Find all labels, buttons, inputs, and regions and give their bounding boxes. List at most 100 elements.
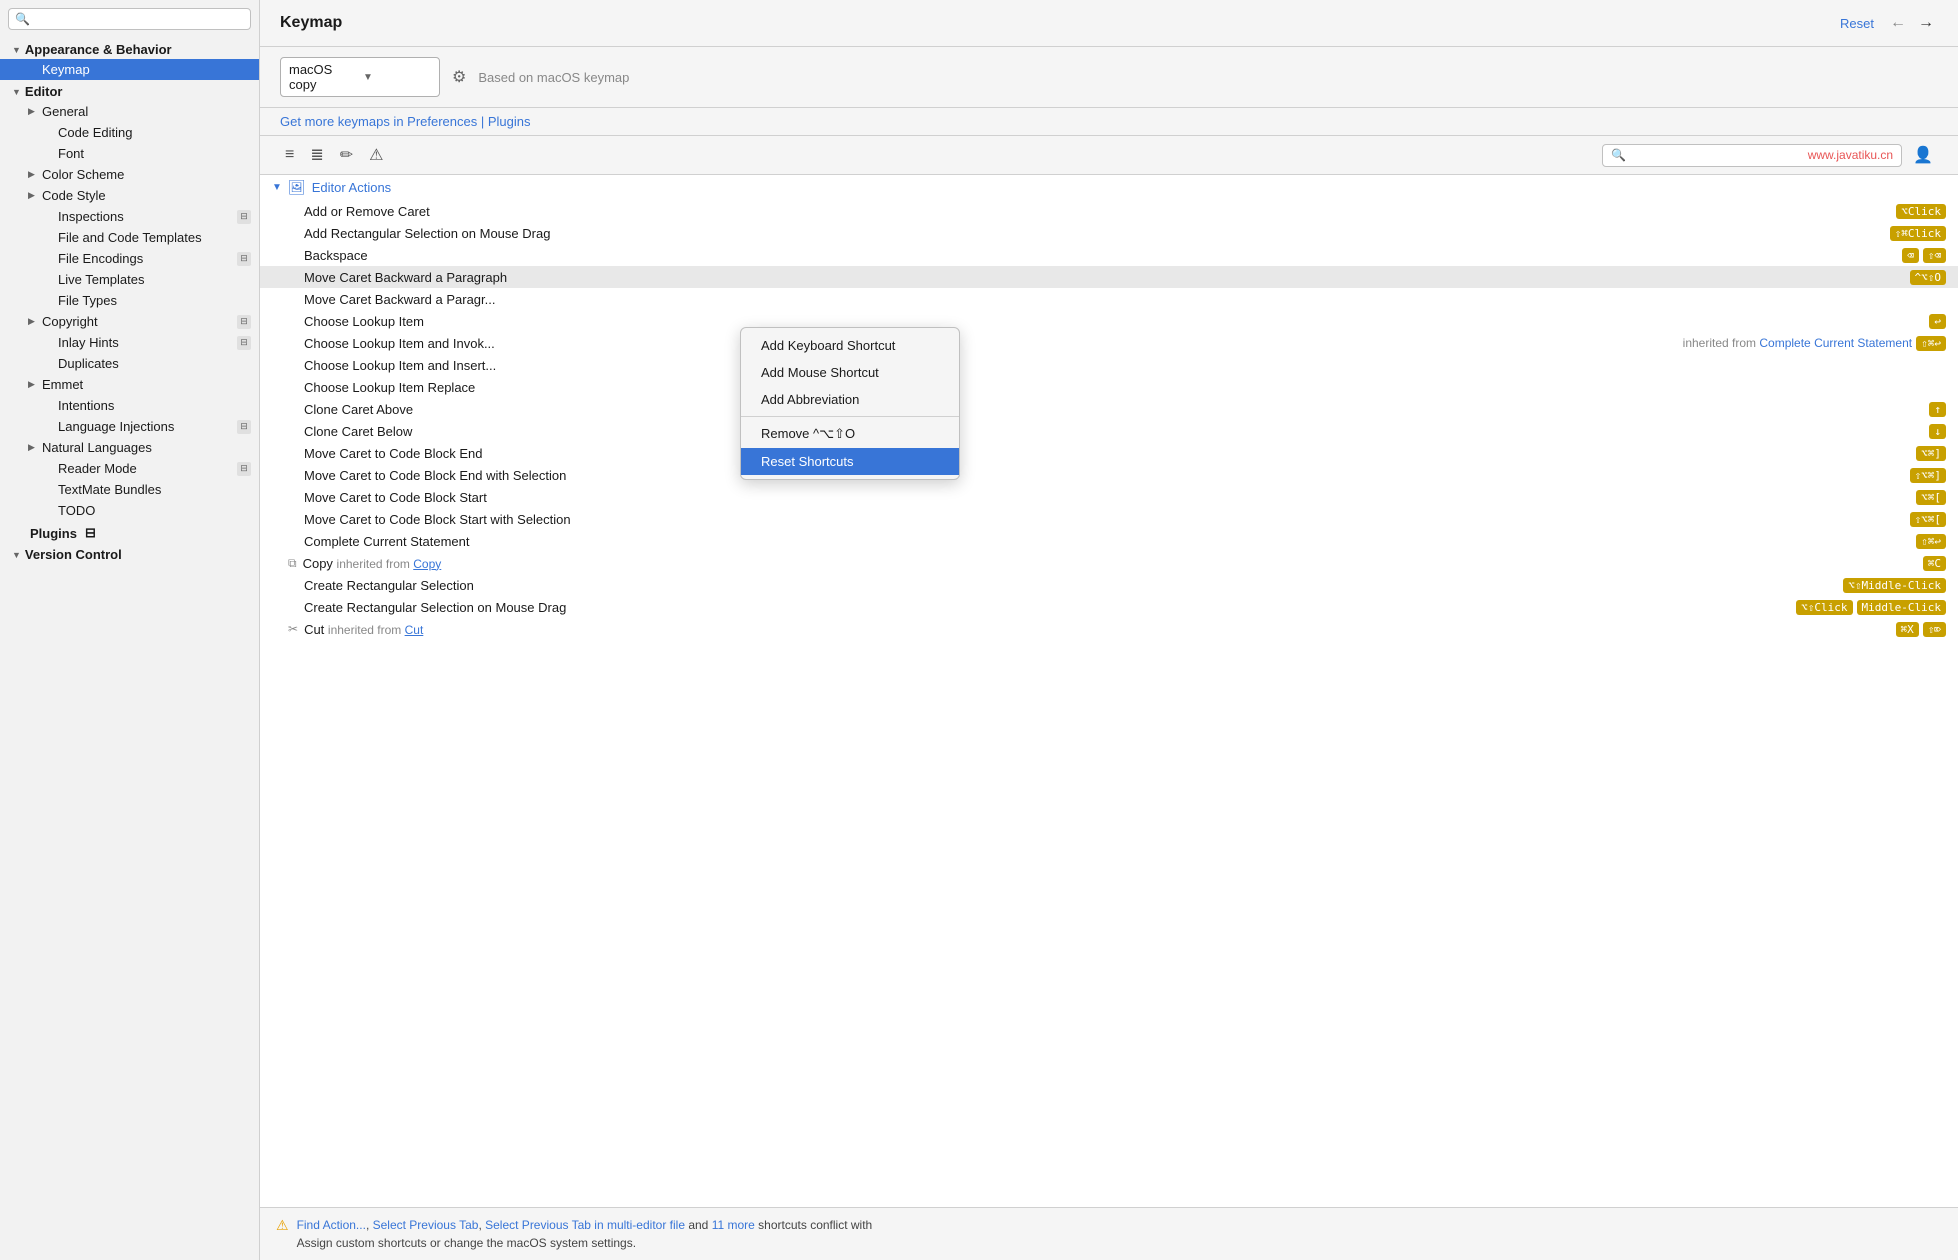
inherited-link[interactable]: Cut	[405, 623, 424, 637]
table-row[interactable]: Create Rectangular Selection on Mouse Dr…	[260, 596, 1958, 618]
select-previous-tab-multi-link[interactable]: Select Previous Tab in multi-editor file	[485, 1218, 685, 1232]
table-row[interactable]: Clone Caret Below ↓	[260, 420, 1958, 442]
sidebar-item-textmate-bundles[interactable]: TextMate Bundles	[0, 479, 259, 500]
action-name: Move Caret to Code Block End	[304, 446, 1912, 461]
action-name: Create Rectangular Selection on Mouse Dr…	[304, 600, 1792, 615]
more-conflicts-link[interactable]: 11 more	[712, 1218, 755, 1232]
sidebar-item-emmet[interactable]: ▶ Emmet	[0, 374, 259, 395]
table-row[interactable]: Move Caret Backward a Paragr...	[260, 288, 1958, 310]
warning-filter-button[interactable]: ⚠	[364, 142, 388, 168]
context-menu: Add Keyboard Shortcut Add Mouse Shortcut…	[740, 327, 960, 480]
context-menu-item-add-abbreviation[interactable]: Add Abbreviation	[741, 386, 959, 413]
table-row[interactable]: ✂ Cut inherited from Cut ⌘X ⇧⌦	[260, 618, 1958, 640]
sidebar-item-editor[interactable]: ▼ Editor	[0, 80, 259, 101]
context-menu-item-reset-shortcuts[interactable]: Reset Shortcuts	[741, 448, 959, 475]
action-name: Choose Lookup Item	[304, 314, 1925, 329]
table-row[interactable]: Move Caret to Code Block End ⌥⌘]	[260, 442, 1958, 464]
sidebar-item-code-editing[interactable]: Code Editing	[0, 122, 259, 143]
action-name: Backspace	[304, 248, 1898, 263]
shortcut-badge-2: Middle-Click	[1857, 600, 1946, 615]
sidebar-item-font[interactable]: Font	[0, 143, 259, 164]
sidebar-item-natural-languages[interactable]: ▶ Natural Languages	[0, 437, 259, 458]
table-row[interactable]: Choose Lookup Item ↩	[260, 310, 1958, 332]
sidebar-item-label: Keymap	[42, 62, 251, 77]
table-row[interactable]: Complete Current Statement ⇧⌘↩	[260, 530, 1958, 552]
inherited-link[interactable]: Complete Current Statement	[1759, 336, 1912, 350]
actions-list: ▼ 🖼 Editor Actions Add or Remove Caret ⌥…	[260, 175, 1958, 1207]
context-menu-item-label: Reset Shortcuts	[761, 454, 854, 469]
sidebar-item-version-control[interactable]: ▼ Version Control	[0, 543, 259, 564]
back-arrow[interactable]: ←	[1886, 12, 1910, 34]
table-row[interactable]: Move Caret Backward a Paragraph ^⌥⇧O	[260, 266, 1958, 288]
sidebar-item-copyright[interactable]: ▶ Copyright ⊟	[0, 311, 259, 332]
select-previous-tab-link[interactable]: Select Previous Tab	[373, 1218, 479, 1232]
sidebar-item-language-injections[interactable]: Language Injections ⊟	[0, 416, 259, 437]
settings-badge: ⊟	[237, 336, 251, 350]
toolbar-search-input[interactable]	[1630, 148, 1796, 163]
shortcut-badge: ⌥⇧Middle-Click	[1843, 578, 1946, 593]
table-row[interactable]: ⧉ Copy inherited from Copy ⌘C	[260, 552, 1958, 574]
table-row[interactable]: Choose Lookup Item Replace	[260, 376, 1958, 398]
context-menu-item-add-mouse-shortcut[interactable]: Add Mouse Shortcut	[741, 359, 959, 386]
context-menu-item-label: Add Keyboard Shortcut	[761, 338, 895, 353]
page-title: Keymap	[280, 14, 1840, 32]
shortcut-badge: ⌥⇧Click	[1796, 600, 1852, 615]
table-row[interactable]: Clone Caret Above ↑	[260, 398, 1958, 420]
action-name: Move Caret to Code Block Start	[304, 490, 1912, 505]
sidebar-item-duplicates[interactable]: Duplicates	[0, 353, 259, 374]
bottom-bar: ⚠ Find Action..., Select Previous Tab, S…	[260, 1207, 1958, 1260]
table-row[interactable]: Move Caret to Code Block Start with Sele…	[260, 508, 1958, 530]
shortcut-badge: ⇧⌥⌘]	[1910, 468, 1947, 483]
table-row[interactable]: Choose Lookup Item and Invok... inherite…	[260, 332, 1958, 354]
find-action-link[interactable]: Find Action...	[297, 1218, 366, 1232]
inherited-link[interactable]: Copy	[413, 557, 441, 571]
shortcut-badge: ⇧⌘Click	[1890, 226, 1946, 241]
sidebar-item-live-templates[interactable]: Live Templates	[0, 269, 259, 290]
group-label: Editor Actions	[312, 180, 392, 195]
sidebar-item-file-code-templates[interactable]: File and Code Templates	[0, 227, 259, 248]
sidebar-item-reader-mode[interactable]: Reader Mode ⊟	[0, 458, 259, 479]
sidebar-item-inspections[interactable]: Inspections ⊟	[0, 206, 259, 227]
sidebar-item-file-encodings[interactable]: File Encodings ⊟	[0, 248, 259, 269]
table-row[interactable]: Add Rectangular Selection on Mouse Drag …	[260, 222, 1958, 244]
sidebar-item-todo[interactable]: TODO	[0, 500, 259, 521]
person-icon-button[interactable]: 👤	[1908, 142, 1938, 168]
sidebar-item-plugins[interactable]: Plugins ⊟	[0, 521, 259, 543]
editor-actions-group[interactable]: ▼ 🖼 Editor Actions	[260, 175, 1958, 200]
context-menu-item-remove[interactable]: Remove ^⌥⇧O	[741, 420, 959, 448]
gear-button[interactable]: ⚙	[450, 65, 468, 89]
settings-badge: ⊟	[237, 252, 251, 266]
shortcut-badge: ⌫	[1902, 248, 1919, 263]
table-row[interactable]: Move Caret to Code Block Start ⌥⌘[	[260, 486, 1958, 508]
get-more-keymaps-link[interactable]: Get more keymaps in Preferences | Plugin…	[280, 114, 531, 129]
sidebar-item-color-scheme[interactable]: ▶ Color Scheme	[0, 164, 259, 185]
expand-all-button[interactable]: ≡	[280, 143, 299, 167]
sidebar-item-label: Code Editing	[58, 125, 251, 140]
sidebar-item-keymap[interactable]: Keymap	[0, 59, 259, 80]
table-row[interactable]: Choose Lookup Item and Insert...	[260, 354, 1958, 376]
table-row[interactable]: Create Rectangular Selection ⌥⇧Middle-Cl…	[260, 574, 1958, 596]
table-row[interactable]: Add or Remove Caret ⌥Click	[260, 200, 1958, 222]
sidebar-item-intentions[interactable]: Intentions	[0, 395, 259, 416]
shortcut-badge: ⌘X	[1896, 622, 1919, 637]
sidebar-item-inlay-hints[interactable]: Inlay Hints ⊟	[0, 332, 259, 353]
chevron-down-icon: ▼	[12, 550, 21, 560]
keymap-controls: macOS copy ▼ ⚙ Based on macOS keymap	[260, 47, 1958, 108]
sidebar-item-general[interactable]: ▶ General	[0, 101, 259, 122]
forward-arrow[interactable]: →	[1914, 12, 1938, 34]
reset-button[interactable]: Reset	[1840, 16, 1874, 31]
sidebar-item-file-types[interactable]: File Types	[0, 290, 259, 311]
context-menu-item-add-keyboard-shortcut[interactable]: Add Keyboard Shortcut	[741, 332, 959, 359]
shortcut-badge: ⌥⌘[	[1916, 490, 1946, 505]
collapse-all-button[interactable]: ≣	[305, 142, 328, 168]
sidebar-item-code-style[interactable]: ▶ Code Style	[0, 185, 259, 206]
sidebar-search-input[interactable]	[34, 12, 244, 26]
table-row[interactable]: Move Caret to Code Block End with Select…	[260, 464, 1958, 486]
table-row[interactable]: Backspace ⌫ ⇧⌫	[260, 244, 1958, 266]
keymap-dropdown[interactable]: macOS copy ▼	[280, 57, 440, 97]
sidebar-search-box[interactable]: 🔍	[8, 8, 251, 30]
sidebar-item-label: Copyright	[42, 314, 233, 329]
sidebar-item-appearance-behavior[interactable]: ▼ Appearance & Behavior	[0, 38, 259, 59]
edit-button[interactable]: ✏	[335, 142, 358, 168]
toolbar-search-box[interactable]: 🔍 www.javatiku.cn	[1602, 144, 1902, 167]
